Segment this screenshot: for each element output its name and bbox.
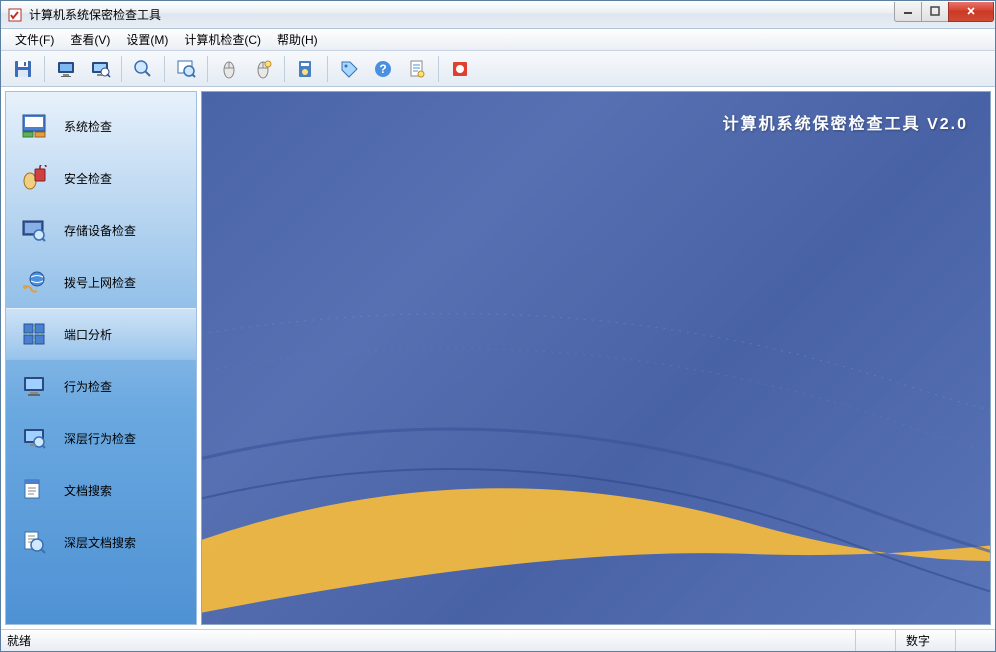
titlebar: 计算机系统保密检查工具	[1, 1, 995, 29]
svg-text:?: ?	[379, 62, 386, 76]
toolbar-separator	[438, 56, 439, 82]
toolbar-separator	[207, 56, 208, 82]
statusbar: 就绪 数字	[1, 629, 995, 651]
sidebar-item-label: 存储设备检查	[64, 222, 136, 239]
toolbar: ?	[1, 51, 995, 87]
toolbar-monitor1[interactable]	[50, 54, 82, 84]
toolbar-separator	[164, 56, 165, 82]
decorative-swoosh	[201, 304, 991, 625]
sidebar-item-security-check[interactable]: 安全检查	[6, 152, 196, 204]
close-button[interactable]	[948, 2, 994, 22]
toolbar-settings[interactable]	[290, 54, 322, 84]
doc-search-icon	[20, 476, 48, 504]
toolbar-save[interactable]	[7, 54, 39, 84]
app-icon	[7, 7, 23, 23]
window-controls	[895, 2, 995, 22]
system-check-icon	[20, 112, 48, 140]
main-banner-title: 计算机系统保密检查工具 V2.0	[723, 110, 968, 134]
toolbar-separator	[327, 56, 328, 82]
sidebar-item-doc-search[interactable]: 文档搜索	[6, 464, 196, 516]
sidebar-item-label: 拨号上网检查	[64, 274, 136, 291]
deep-behavior-icon	[20, 424, 48, 452]
sidebar-item-label: 深层文档搜索	[64, 534, 136, 551]
toolbar-mouse2[interactable]	[247, 54, 279, 84]
toolbar-tag[interactable]	[333, 54, 365, 84]
dialup-check-icon	[20, 268, 48, 296]
toolbar-zoom-window[interactable]	[170, 54, 202, 84]
deep-doc-search-icon	[20, 528, 48, 556]
sidebar-item-port-analysis[interactable]: 端口分析	[6, 308, 196, 360]
sidebar-item-behavior-check[interactable]: 行为检查	[6, 360, 196, 412]
main-content: 计算机系统保密检查工具 V2.0	[201, 91, 991, 625]
sidebar-item-label: 安全检查	[64, 170, 112, 187]
toolbar-help[interactable]: ?	[367, 54, 399, 84]
menu-file[interactable]: 文件(F)	[7, 29, 62, 50]
storage-check-icon	[20, 216, 48, 244]
toolbar-search[interactable]	[127, 54, 159, 84]
toolbar-document[interactable]	[401, 54, 433, 84]
menu-view[interactable]: 查看(V)	[62, 29, 118, 50]
behavior-check-icon	[20, 372, 48, 400]
minimize-button[interactable]	[894, 2, 922, 22]
sidebar-item-deep-doc-search[interactable]: 深层文档搜索	[6, 516, 196, 568]
menubar: 文件(F) 查看(V) 设置(M) 计算机检查(C) 帮助(H)	[1, 29, 995, 51]
toolbar-separator	[44, 56, 45, 82]
sidebar-item-label: 文档搜索	[64, 482, 112, 499]
status-ready: 就绪	[1, 632, 855, 649]
sidebar-item-label: 系统检查	[64, 118, 112, 135]
sidebar-item-label: 深层行为检查	[64, 430, 136, 447]
toolbar-separator	[284, 56, 285, 82]
status-pane-empty1	[855, 630, 895, 651]
sidebar-item-system-check[interactable]: 系统检查	[6, 100, 196, 152]
sidebar-item-storage-check[interactable]: 存储设备检查	[6, 204, 196, 256]
sidebar-item-dialup-check[interactable]: 拨号上网检查	[6, 256, 196, 308]
sidebar-item-label: 行为检查	[64, 378, 112, 395]
window-title: 计算机系统保密检查工具	[29, 6, 895, 23]
sidebar-item-deep-behavior[interactable]: 深层行为检查	[6, 412, 196, 464]
maximize-button[interactable]	[921, 2, 949, 22]
toolbar-monitor2[interactable]	[84, 54, 116, 84]
body-area: 系统检查 安全检查 存储设备检查 拨号上网检查	[1, 87, 995, 629]
status-numlock: 数字	[895, 630, 955, 651]
toolbar-mouse1[interactable]	[213, 54, 245, 84]
menu-help[interactable]: 帮助(H)	[269, 29, 326, 50]
security-check-icon	[20, 164, 48, 192]
port-analysis-icon	[20, 320, 48, 348]
menu-settings[interactable]: 设置(M)	[118, 29, 176, 50]
sidebar: 系统检查 安全检查 存储设备检查 拨号上网检查	[5, 91, 197, 625]
menu-computer-check[interactable]: 计算机检查(C)	[176, 29, 269, 50]
status-pane-empty2	[955, 630, 995, 651]
toolbar-separator	[121, 56, 122, 82]
sidebar-item-label: 端口分析	[64, 326, 112, 343]
toolbar-stop[interactable]	[444, 54, 476, 84]
application-window: 计算机系统保密检查工具 文件(F) 查看(V) 设置(M) 计算机检查(C) 帮…	[0, 0, 996, 652]
